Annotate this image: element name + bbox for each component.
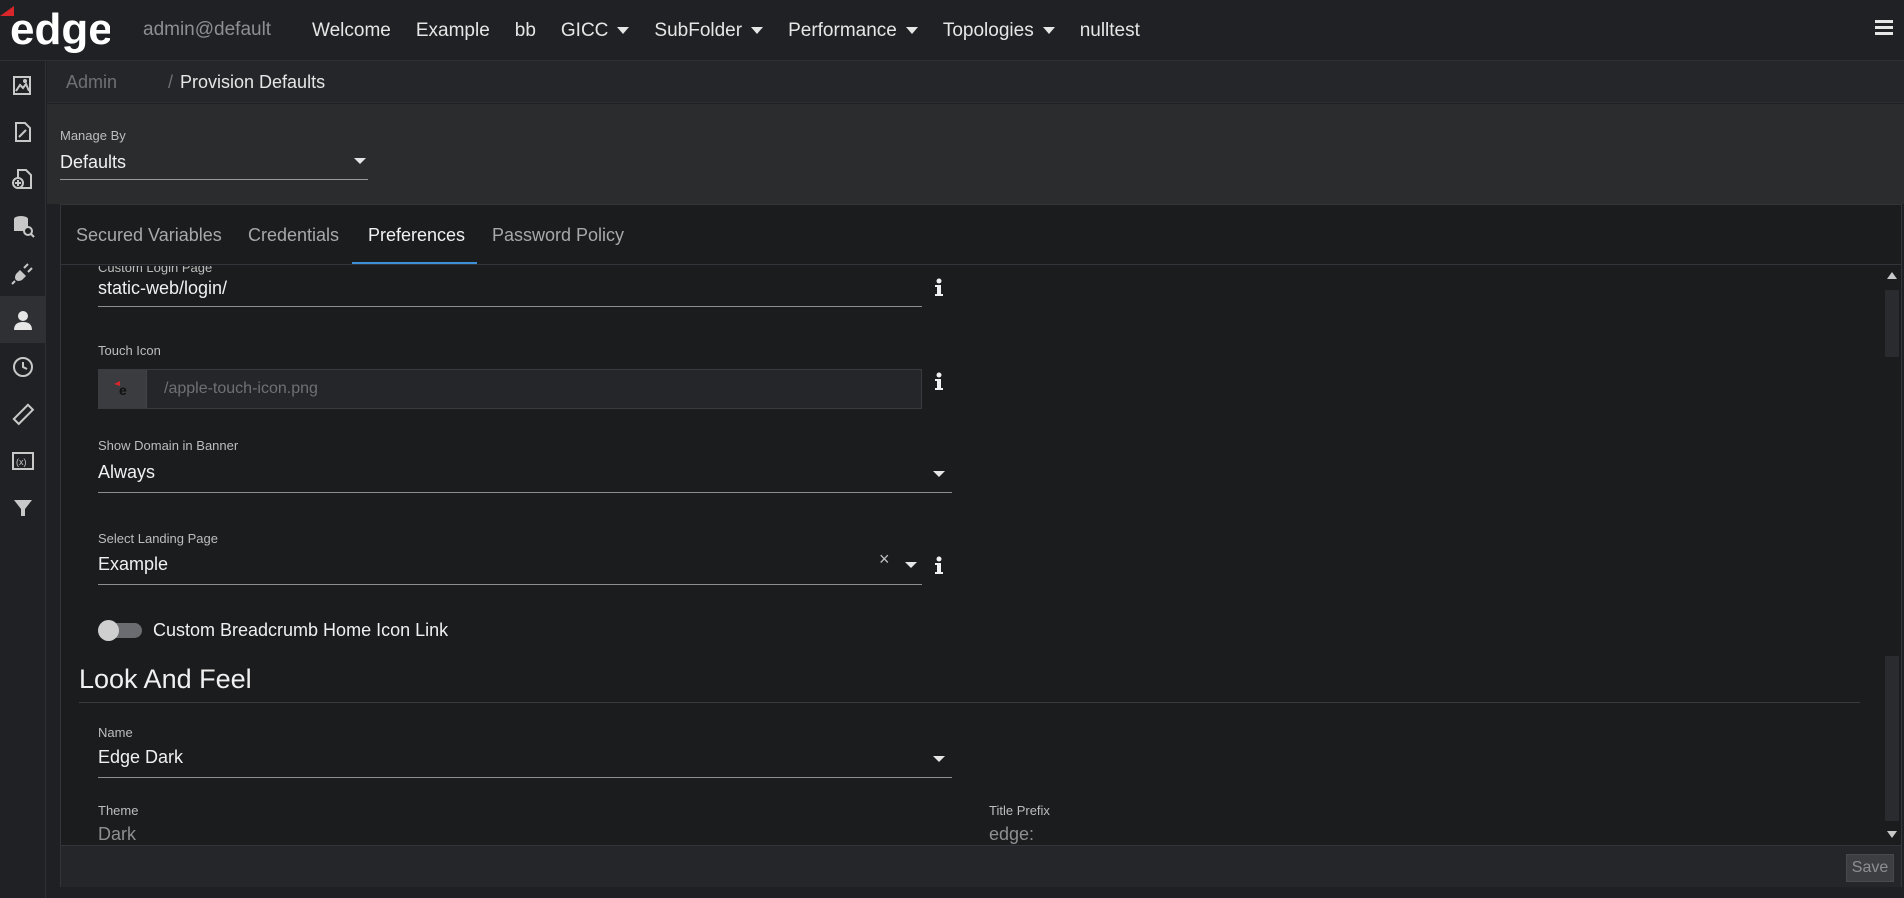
hamburger-menu-icon[interactable] (1875, 20, 1893, 38)
database-search-icon (14, 215, 35, 238)
chevron-down-icon (1042, 27, 1055, 34)
sidebar-item-edit[interactable] (0, 108, 46, 155)
scroll-track (1885, 656, 1899, 821)
sidebar-item-variables[interactable]: (x) (0, 437, 46, 484)
landing-page-select[interactable]: Example (98, 554, 168, 575)
top-bar: edge admin@default Welcome Example bb GI… (0, 0, 1904, 61)
active-tab-indicator (352, 262, 477, 264)
theme-value: Dark (98, 824, 137, 844)
tab-bar: Secured Variables Credentials Preference… (61, 205, 1901, 265)
ruler-icon (12, 402, 35, 425)
nav-bb[interactable]: bb (515, 20, 536, 42)
chevron-down-icon[interactable] (933, 756, 945, 762)
landing-page-label: Select Landing Page (98, 531, 218, 546)
add-document-icon (12, 168, 32, 189)
scrollbar[interactable] (1883, 266, 1901, 845)
divider (98, 584, 922, 585)
divider (98, 777, 952, 778)
main-nav: Welcome Example bb GICC SubFolder Perfor… (312, 0, 1165, 61)
sidebar-item-filter[interactable] (0, 484, 46, 531)
filter-icon (14, 499, 32, 516)
toggle-knob (98, 620, 119, 641)
variable-icon: (x) (12, 451, 34, 470)
svg-text:edge: edge (10, 5, 110, 54)
tab-credentials[interactable]: Credentials (248, 225, 339, 246)
nav-welcome[interactable]: Welcome (312, 20, 391, 42)
nav-example[interactable]: Example (416, 20, 490, 42)
svg-text:(x): (x) (16, 457, 27, 467)
breadcrumb-separator: / (168, 72, 174, 92)
breadcrumb-admin[interactable]: Admin (66, 72, 117, 93)
edge-logo[interactable]: edge (0, 2, 113, 56)
chevron-down-icon (905, 27, 918, 34)
divider (98, 306, 922, 307)
svg-text:e: e (119, 382, 127, 397)
sidebar-item-users[interactable] (0, 296, 46, 343)
chevron-down-icon[interactable] (933, 471, 945, 477)
nav-nulltest[interactable]: nulltest (1080, 20, 1140, 42)
form-footer: Save (61, 845, 1901, 887)
custom-login-page-label: Custom Login Page (98, 266, 213, 275)
title-prefix-label: Title Prefix (989, 803, 1050, 818)
show-domain-label: Show Domain in Banner (98, 438, 239, 453)
nav-performance[interactable]: Performance (788, 20, 918, 42)
sidebar-item-history[interactable] (0, 343, 46, 390)
touch-icon-path: /apple-touch-icon.png (164, 380, 318, 397)
image-document-icon (13, 75, 31, 95)
breadcrumb-current: Provision Defaults (180, 72, 326, 92)
divider (60, 179, 368, 180)
touch-icon-field[interactable]: e /apple-touch-icon.png (98, 369, 922, 409)
history-icon (13, 356, 33, 377)
theme-name-select[interactable]: Edge Dark (98, 747, 183, 768)
manage-by-label: Manage By (60, 128, 126, 143)
manage-by-select[interactable]: Defaults (60, 152, 126, 173)
tab-password-policy[interactable]: Password Policy (492, 225, 624, 246)
chevron-down-icon[interactable] (905, 562, 917, 568)
divider (79, 702, 1860, 703)
preferences-form: Custom Login Page static-web/login/ Touc… (61, 266, 1883, 845)
scroll-thumb[interactable] (1885, 290, 1899, 357)
touch-icon-preview: e (99, 370, 147, 408)
custom-login-page-input[interactable]: static-web/login/ (98, 278, 227, 299)
nav-subfolder[interactable]: SubFolder (654, 20, 764, 42)
title-prefix-input[interactable]: edge: (989, 824, 1034, 845)
info-icon[interactable] (933, 372, 945, 392)
sidebar-item-measure[interactable] (0, 390, 46, 437)
chevron-down-icon (617, 27, 630, 34)
chevron-down-icon[interactable] (354, 158, 366, 164)
touch-icon-label: Touch Icon (98, 343, 161, 358)
edit-document-icon (15, 121, 31, 142)
manage-by-section: Manage By Defaults (47, 104, 1904, 204)
chevron-down-icon (751, 27, 764, 34)
plug-icon (11, 262, 33, 285)
divider (98, 492, 952, 493)
save-button[interactable]: Save (1846, 854, 1894, 882)
scroll-down-icon[interactable] (1887, 831, 1897, 838)
scroll-up-icon[interactable] (1887, 272, 1897, 279)
nav-gicc[interactable]: GICC (561, 20, 630, 42)
theme-label: Theme (98, 803, 139, 818)
nav-topologies[interactable]: Topologies (943, 20, 1055, 42)
show-domain-select[interactable]: Always (98, 462, 155, 483)
theme-name-label: Name (98, 725, 133, 740)
breadcrumb-home-toggle[interactable] (98, 620, 144, 641)
sidebar-item-plugins[interactable] (0, 249, 46, 296)
user-icon (14, 310, 32, 330)
sidebar-item-data[interactable] (0, 202, 46, 249)
info-icon[interactable] (933, 278, 945, 298)
sidebar: (x) (0, 61, 46, 898)
user-account[interactable]: admin@default (143, 19, 271, 41)
tab-preferences[interactable]: Preferences (368, 225, 465, 246)
breadcrumb-home-toggle-label: Custom Breadcrumb Home Icon Link (153, 620, 449, 640)
tab-secured-variables[interactable]: Secured Variables (76, 225, 222, 246)
clear-icon[interactable]: × (879, 549, 890, 570)
sidebar-item-add[interactable] (0, 155, 46, 202)
sidebar-item-images[interactable] (0, 61, 46, 108)
info-icon[interactable] (933, 556, 945, 576)
preferences-panel: Secured Variables Credentials Preference… (60, 204, 1902, 887)
breadcrumb: Admin / Provision Defaults (47, 61, 1904, 103)
look-and-feel-heading: Look And Feel (79, 664, 252, 694)
